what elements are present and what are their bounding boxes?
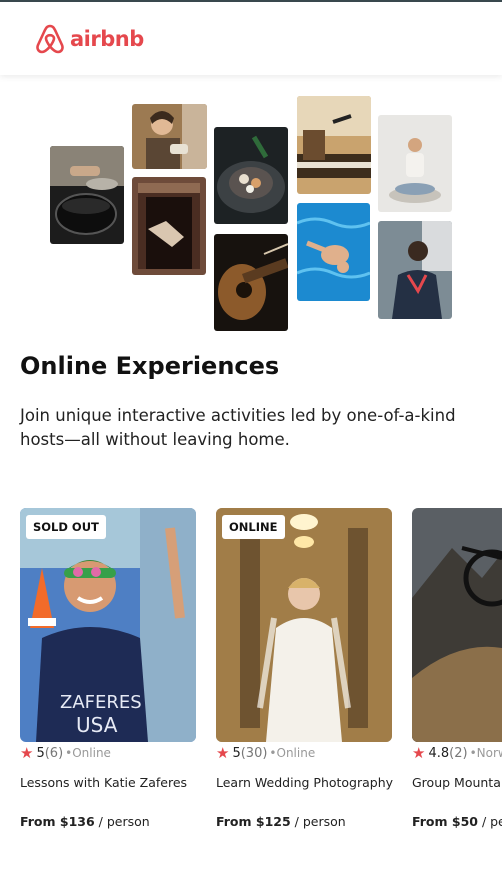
card-price: From $50 / per [412,814,502,829]
svg-text:ZAFERES: ZAFERES [60,692,142,713]
review-count: (2) [449,745,468,761]
card-photo-mountain-bike[interactable] [412,508,502,742]
review-count: (6) [44,745,64,761]
star-icon: ★ [412,744,426,762]
section-subtitle: Join unique interactive activities led b… [20,406,456,449]
card-price: From $125 / person [216,814,392,829]
card-price: From $136 / person [20,814,196,829]
header: airbnb [0,2,502,75]
logo-wordmark: airbnb [70,27,144,51]
collage-meditation-photo [378,115,452,212]
collage-barista-photo [132,104,207,169]
collage-keyboard-singer-photo [297,96,371,194]
experience-mode: •Online [269,746,316,760]
collage-swimmer-photo [297,203,370,301]
card-rating-row: ★ 5 (30) •Online [216,744,392,762]
price-unit: / person [290,814,346,829]
collage-cooking-photo [50,146,124,244]
card-title[interactable]: Lessons with Katie Zaferes [20,775,196,790]
card-photo-bride[interactable]: ONLINE [216,508,392,742]
card-rating-row: ★ 5 (6) •Online [20,744,196,762]
star-icon: ★ [216,744,230,762]
review-count: (30) [240,745,268,761]
experience-card[interactable]: ★ 4.8 (2) •Norw Group Mountai From $50 /… [412,508,502,829]
airbnb-logo[interactable]: airbnb [34,22,144,56]
svg-text:USA: USA [76,713,118,737]
experience-mode: •Norw [469,746,502,760]
airbnb-belo-icon [36,24,64,54]
rating-value: 5 [36,745,45,761]
experience-carousel[interactable]: ZAFERES USA SOLD OUT ★ 5 (6) •Online Les… [0,500,502,894]
collage-food-plating-photo [214,127,288,224]
price-amount: From $125 [216,814,291,829]
experience-mode: •Online [65,746,111,760]
star-icon: ★ [20,744,34,762]
collage-doorway-dancer-photo [132,177,206,275]
experience-card[interactable]: ZAFERES USA SOLD OUT ★ 5 (6) •Online Les… [20,508,196,829]
price-amount: From $136 [20,814,95,829]
price-unit: / per [481,814,502,829]
status-badge: ONLINE [222,515,285,539]
collage-guitar-photo [214,234,288,331]
price-amount: From $50 [412,814,478,829]
price-unit: / person [94,814,150,829]
section-title: Online Experiences [20,352,280,380]
experience-card[interactable]: ONLINE ★ 5 (30) •Online Learn Wedding Ph… [216,508,393,829]
rating-value: 4.8 [428,745,450,761]
card-rating-row: ★ 4.8 (2) •Norw [412,744,502,762]
card-title[interactable]: Learn Wedding Photography [216,775,393,790]
card-photo-swimmer-athlete[interactable]: ZAFERES USA SOLD OUT [20,508,196,742]
collage-rapper-photo [378,221,452,319]
status-badge: SOLD OUT [26,515,106,539]
rating-value: 5 [232,745,241,761]
card-title[interactable]: Group Mountai [412,775,502,790]
